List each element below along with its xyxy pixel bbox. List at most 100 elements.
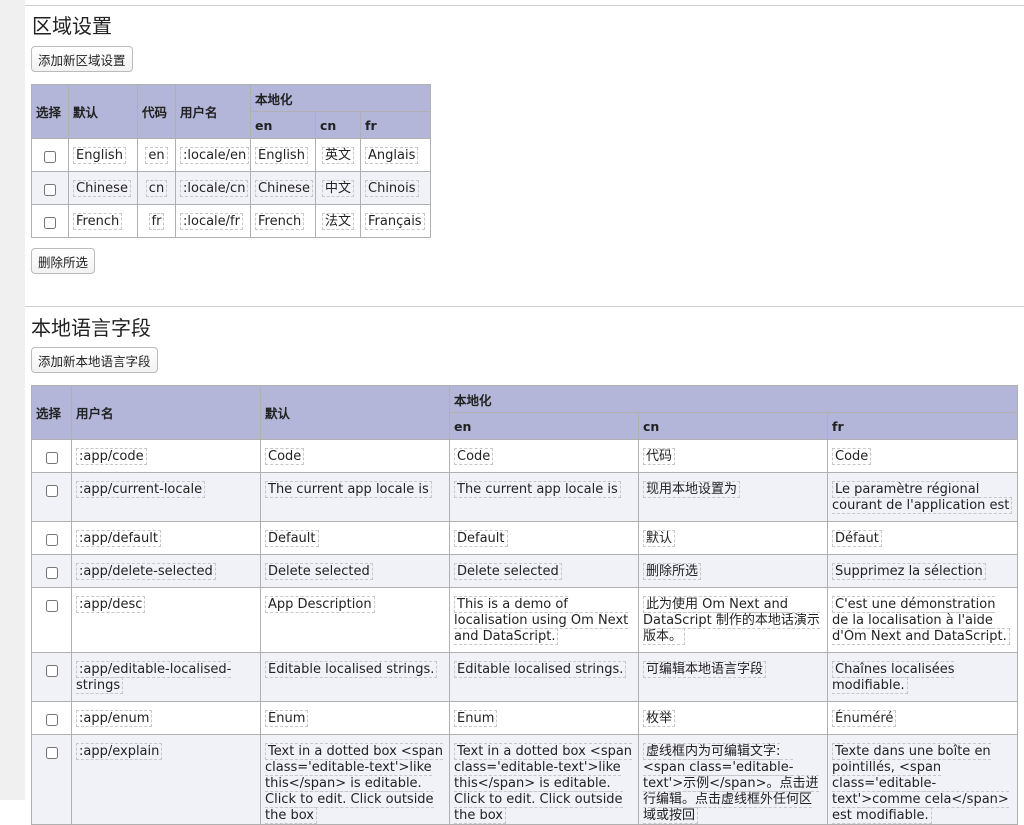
- editable-text[interactable]: Le paramètre régional courant de l'appli…: [832, 481, 1013, 514]
- editable-text[interactable]: App Description: [265, 596, 375, 613]
- editable-text[interactable]: Code: [265, 448, 305, 465]
- row-select-checkbox[interactable]: [44, 151, 56, 163]
- editable-text[interactable]: The current app locale is: [265, 481, 432, 498]
- string-row: :app/enum Enum Enum 枚举 Énuméré: [31, 701, 1019, 735]
- editable-text[interactable]: 可编辑本地语言字段: [643, 661, 767, 678]
- row-select-checkbox[interactable]: [45, 567, 58, 579]
- editable-text[interactable]: C'est une démonstration de la localisati…: [832, 596, 1010, 645]
- editable-text[interactable]: Français: [365, 213, 425, 230]
- locales-col-localised: 本地化: [249, 84, 432, 112]
- locales-col-cn: cn: [315, 111, 361, 139]
- editable-text[interactable]: :locale/en: [180, 147, 250, 164]
- editable-text[interactable]: :app/delete-selected: [76, 563, 216, 580]
- editable-text[interactable]: Chaînes localisées modifiable.: [832, 661, 955, 694]
- editable-text[interactable]: cn: [145, 180, 168, 197]
- locales-section-title: 区域设置: [32, 14, 112, 38]
- editable-text[interactable]: 枚举: [643, 710, 676, 727]
- editable-text[interactable]: 现用本地设置为: [643, 481, 741, 498]
- editable-text[interactable]: 此为使用 Om Next and DataScript 制作的本地话演示版本。: [643, 596, 820, 645]
- editable-text[interactable]: 英文: [321, 147, 354, 164]
- localised-strings-table: 选择 用户名 默认 本地化 en cn fr :app/code Code Co…: [31, 385, 1019, 825]
- row-select-checkbox[interactable]: [45, 600, 58, 612]
- editable-text[interactable]: Énuméré: [832, 710, 897, 727]
- string-row: :app/delete-selected Delete selected Del…: [31, 554, 1019, 588]
- editable-text[interactable]: 默认: [643, 530, 676, 547]
- add-localised-string-button[interactable]: 添加新本地语言字段: [31, 347, 158, 373]
- left-gutter: [0, 0, 25, 800]
- locales-table: 选择 默认 代码 用户名 本地化 en cn fr English en :lo…: [31, 84, 432, 238]
- editable-text[interactable]: :app/current-locale: [76, 481, 206, 498]
- editable-text[interactable]: Chinese: [255, 180, 313, 197]
- strings-col-cn: cn: [638, 412, 828, 440]
- delete-selected-button[interactable]: 删除所选: [31, 248, 96, 274]
- editable-text[interactable]: Chinese: [73, 180, 131, 197]
- top-divider: [25, 5, 1024, 6]
- editable-text[interactable]: 中文: [321, 180, 354, 197]
- editable-text[interactable]: :locale/cn: [180, 180, 249, 197]
- editable-text[interactable]: 虚线框内为可编辑文字: <span class='editable-text'>…: [643, 743, 819, 824]
- locales-col-en: en: [250, 111, 316, 139]
- editable-text[interactable]: Delete selected: [454, 563, 562, 580]
- editable-text[interactable]: Text in a dotted box <span class='editab…: [454, 743, 633, 824]
- editable-text[interactable]: Enum: [265, 710, 309, 727]
- row-select-checkbox[interactable]: [45, 665, 58, 677]
- row-select-checkbox[interactable]: [44, 184, 56, 196]
- string-row: :app/editable-localised-strings Editable…: [31, 652, 1019, 702]
- strings-col-username: 用户名: [71, 385, 261, 440]
- locale-row: English en :locale/en English 英文 Anglais: [31, 138, 432, 172]
- editable-text[interactable]: 代码: [643, 448, 676, 465]
- editable-text[interactable]: Chinois: [365, 180, 419, 197]
- editable-text[interactable]: Défaut: [832, 530, 882, 547]
- editable-text[interactable]: This is a demo of localisation using Om …: [454, 596, 629, 645]
- editable-text[interactable]: Text in a dotted box <span class='editab…: [265, 743, 444, 824]
- editable-text[interactable]: en: [145, 147, 168, 164]
- editable-text[interactable]: :app/editable-localised-strings: [76, 661, 232, 694]
- editable-text[interactable]: :app/desc: [76, 596, 146, 613]
- editable-text[interactable]: Delete selected: [265, 563, 373, 580]
- string-row: :app/default Default Default 默认 Défaut: [31, 521, 1019, 555]
- locales-col-code: 代码: [137, 84, 176, 139]
- editable-text[interactable]: Editable localised strings.: [265, 661, 438, 678]
- string-row: :app/code Code Code 代码 Code: [31, 439, 1019, 473]
- row-select-checkbox[interactable]: [45, 485, 58, 497]
- editable-text[interactable]: :locale/fr: [180, 213, 243, 230]
- editable-text[interactable]: French: [73, 213, 123, 230]
- strings-col-default: 默认: [260, 385, 450, 440]
- editable-text[interactable]: fr: [148, 213, 165, 230]
- editable-text[interactable]: Enum: [454, 710, 498, 727]
- row-select-checkbox[interactable]: [45, 452, 58, 464]
- row-select-checkbox[interactable]: [45, 534, 58, 546]
- editable-text[interactable]: Texte dans une boîte en pointillés, <spa…: [832, 743, 1009, 824]
- editable-text[interactable]: Default: [265, 530, 319, 547]
- locales-col-username: 用户名: [175, 84, 251, 139]
- locale-row: French fr :locale/fr French 法文 Français: [31, 204, 432, 238]
- editable-text[interactable]: Code: [832, 448, 872, 465]
- editable-text[interactable]: :app/default: [76, 530, 161, 547]
- editable-text[interactable]: :app/explain: [76, 743, 163, 760]
- editable-text[interactable]: 法文: [321, 213, 354, 230]
- strings-col-en: en: [449, 412, 639, 440]
- editable-text[interactable]: 删除所选: [643, 563, 702, 580]
- editable-text[interactable]: Editable localised strings.: [454, 661, 627, 678]
- strings-col-fr: fr: [826, 412, 1019, 440]
- locales-col-select: 选择: [31, 84, 69, 139]
- row-select-checkbox[interactable]: [45, 714, 58, 726]
- editable-text[interactable]: Default: [454, 530, 508, 547]
- editable-text[interactable]: :app/enum: [76, 710, 153, 727]
- strings-section-title: 本地语言字段: [31, 316, 151, 340]
- editable-text[interactable]: The current app locale is: [454, 481, 621, 498]
- locales-col-default: 默认: [68, 84, 138, 139]
- row-select-checkbox[interactable]: [44, 217, 56, 229]
- editable-text[interactable]: English: [73, 147, 126, 164]
- editable-text[interactable]: Anglais: [365, 147, 419, 164]
- add-locale-button[interactable]: 添加新区域设置: [31, 46, 133, 72]
- editable-text[interactable]: Code: [454, 448, 494, 465]
- editable-text[interactable]: French: [255, 213, 305, 230]
- string-row: :app/desc App Description This is a demo…: [31, 587, 1019, 653]
- row-select-checkbox[interactable]: [45, 747, 58, 759]
- strings-col-select: 选择: [31, 385, 72, 440]
- editable-text[interactable]: :app/code: [76, 448, 147, 465]
- strings-col-localised: 本地化: [448, 385, 1019, 413]
- editable-text[interactable]: English: [255, 147, 308, 164]
- editable-text[interactable]: Supprimez la sélection: [832, 563, 986, 580]
